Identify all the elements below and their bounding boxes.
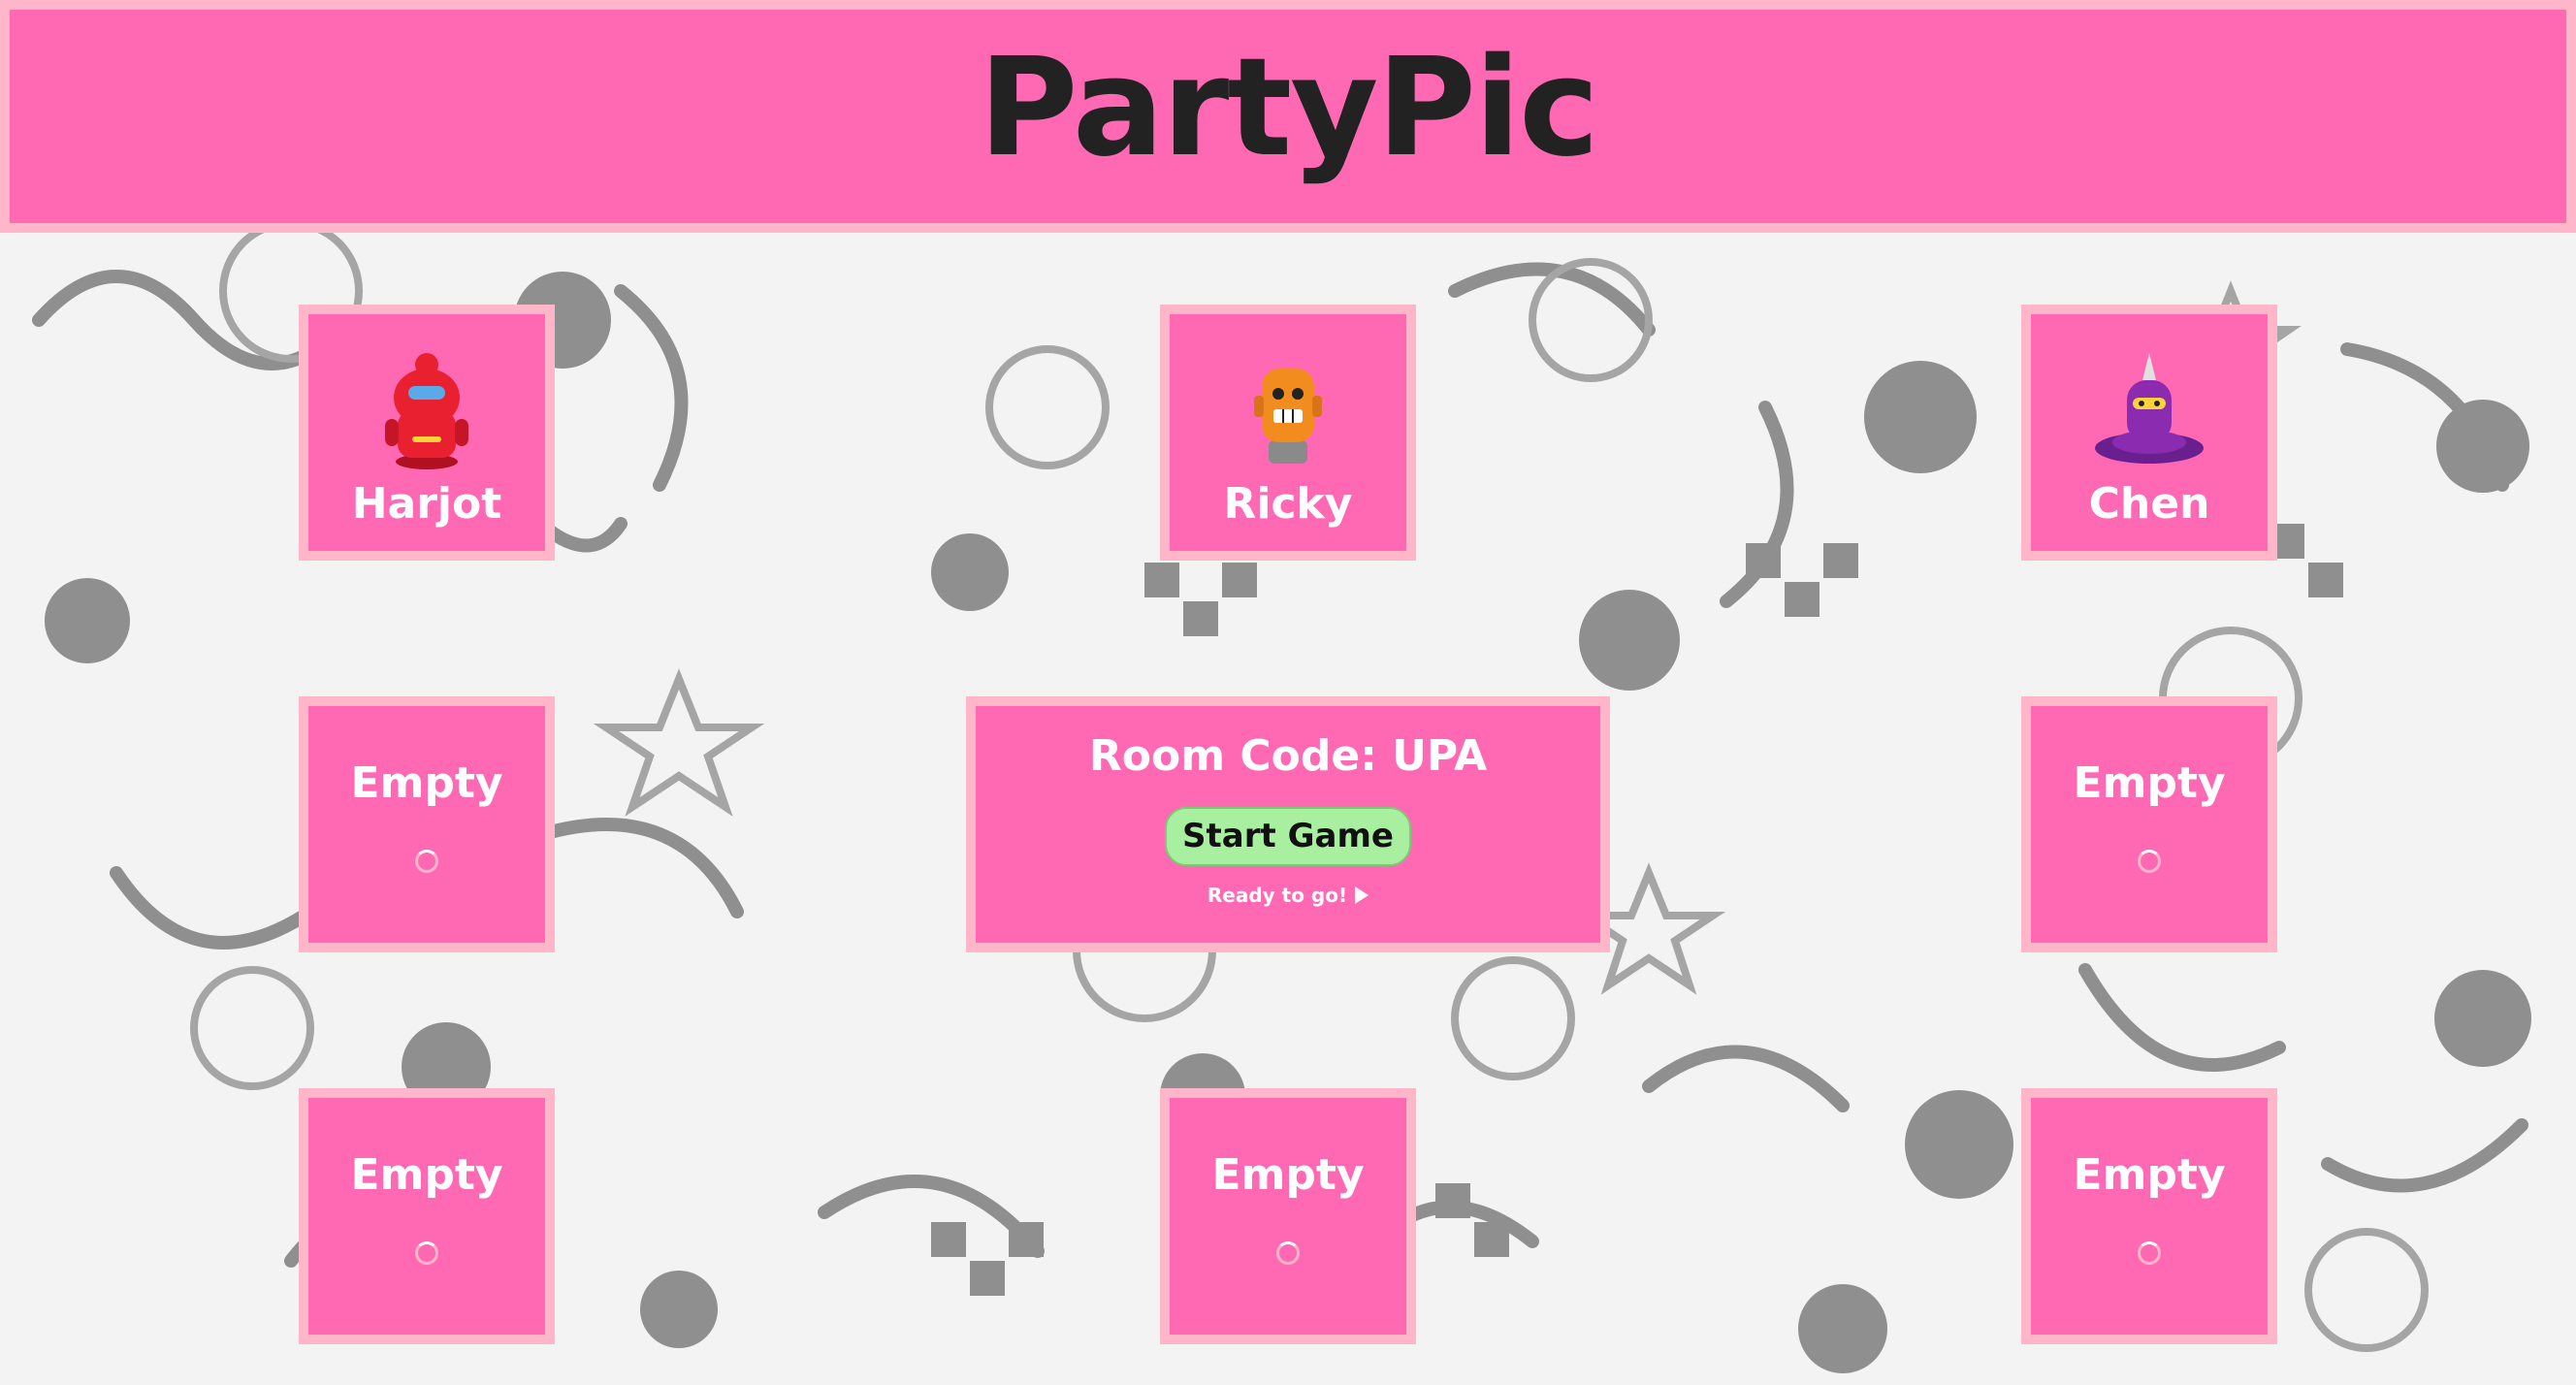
empty-slot: Empty	[299, 696, 555, 952]
ready-text: Ready to go!	[1207, 884, 1348, 908]
loading-spinner-icon	[1276, 1241, 1300, 1265]
room-code: Room Code: UPA	[1088, 731, 1488, 781]
player-name: Harjot	[351, 479, 502, 529]
empty-slot: Empty	[1160, 1088, 1416, 1344]
purple-robot-icon	[2095, 353, 2204, 464]
page-title: PartyPic	[978, 29, 1599, 187]
empty-label: Empty	[1211, 1150, 1365, 1200]
loading-spinner-icon	[415, 1241, 438, 1265]
play-icon	[1355, 886, 1369, 905]
empty-slot: Empty	[2021, 1088, 2277, 1344]
red-robot-icon	[385, 353, 468, 469]
player-name: Chen	[2088, 479, 2210, 529]
room-panel: Room Code: UPA Start Game Ready to go!	[966, 696, 1610, 952]
player-slot-chen: Chen	[2021, 305, 2277, 561]
orange-robot-icon	[1254, 369, 1322, 464]
player-slot-ricky: Ricky	[1160, 305, 1416, 561]
empty-label: Empty	[2073, 758, 2226, 808]
empty-label: Empty	[350, 758, 503, 808]
loading-spinner-icon	[415, 850, 438, 873]
ready-status: Ready to go!	[1207, 884, 1369, 908]
empty-slot: Empty	[299, 1088, 555, 1344]
header-bar: PartyPic	[0, 0, 2576, 233]
empty-label: Empty	[2073, 1150, 2226, 1200]
empty-slot: Empty	[2021, 696, 2277, 952]
loading-spinner-icon	[2138, 1241, 2161, 1265]
player-slot-harjot: Harjot	[299, 305, 555, 561]
player-name: Ricky	[1223, 479, 1353, 529]
start-game-button[interactable]: Start Game	[1165, 807, 1411, 867]
empty-label: Empty	[350, 1150, 503, 1200]
loading-spinner-icon	[2138, 850, 2161, 873]
